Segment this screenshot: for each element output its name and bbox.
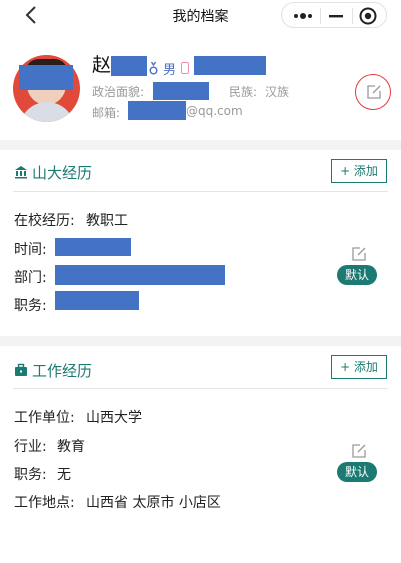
edit-profile-button[interactable]: [355, 74, 391, 110]
email-domain: @qq.com: [186, 104, 243, 118]
more-button[interactable]: [290, 8, 316, 24]
row-label: 时间:: [14, 242, 47, 258]
section-rule: [13, 191, 388, 192]
row-label: 职务:: [14, 298, 47, 314]
row-value: 无: [57, 467, 71, 483]
row-label: 职务:: [14, 467, 47, 483]
minimize-icon: [329, 15, 343, 18]
default-badge: 默认: [337, 462, 377, 482]
capsule-divider: [320, 8, 321, 24]
department-redaction: [55, 265, 225, 285]
ethnicity-label: 民族:: [229, 85, 258, 99]
phone-redaction: [194, 56, 266, 75]
row-value: 山西省 太原市 小店区: [86, 495, 221, 511]
name-redaction: [111, 56, 147, 76]
position-redaction: [55, 291, 139, 310]
email-redaction: [128, 101, 186, 120]
row-label: 部门:: [14, 270, 47, 286]
mini-program-capsule: [281, 2, 387, 28]
political-status-label: 政治面貌:: [92, 85, 145, 99]
close-button[interactable]: [358, 6, 378, 26]
nav-bar: 我的档案: [0, 0, 401, 30]
avatar-redaction: [19, 65, 73, 90]
edit-icon[interactable]: [351, 246, 367, 262]
section-title: 工作经历: [32, 362, 93, 380]
university-icon: [15, 166, 27, 179]
row-value: 山西大学: [86, 410, 142, 426]
political-status-redaction: [153, 82, 209, 100]
edit-icon: [367, 85, 381, 99]
default-badge: 默认: [337, 265, 377, 285]
row-label: 行业:: [14, 439, 47, 455]
capsule-divider: [352, 8, 353, 24]
row-value: 教职工: [86, 213, 128, 229]
section-divider: [0, 140, 401, 150]
time-redaction: [55, 238, 131, 256]
row-value: 教育: [57, 439, 85, 455]
row-label: 工作单位:: [14, 410, 75, 426]
row-label: 工作地点:: [14, 495, 75, 511]
minimize-button[interactable]: [326, 8, 346, 24]
section-divider: [0, 336, 401, 346]
email-label: 邮箱:: [92, 106, 121, 120]
briefcase-icon: [15, 363, 27, 376]
user-surname: 赵: [92, 54, 112, 76]
add-work-experience-button[interactable]: + 添加: [331, 355, 387, 379]
more-dots-icon: [294, 13, 312, 19]
row-label: 在校经历:: [14, 213, 75, 229]
gender-label: 男: [163, 63, 177, 78]
target-close-icon: [359, 7, 377, 25]
edit-icon[interactable]: [351, 443, 367, 459]
ethnicity-value: 汉族: [265, 85, 290, 99]
phone-icon: [181, 62, 189, 74]
add-school-experience-button[interactable]: + 添加: [331, 159, 387, 183]
section-rule: [13, 388, 388, 389]
section-title: 山大经历: [32, 164, 93, 182]
male-gender-icon: [149, 61, 158, 75]
